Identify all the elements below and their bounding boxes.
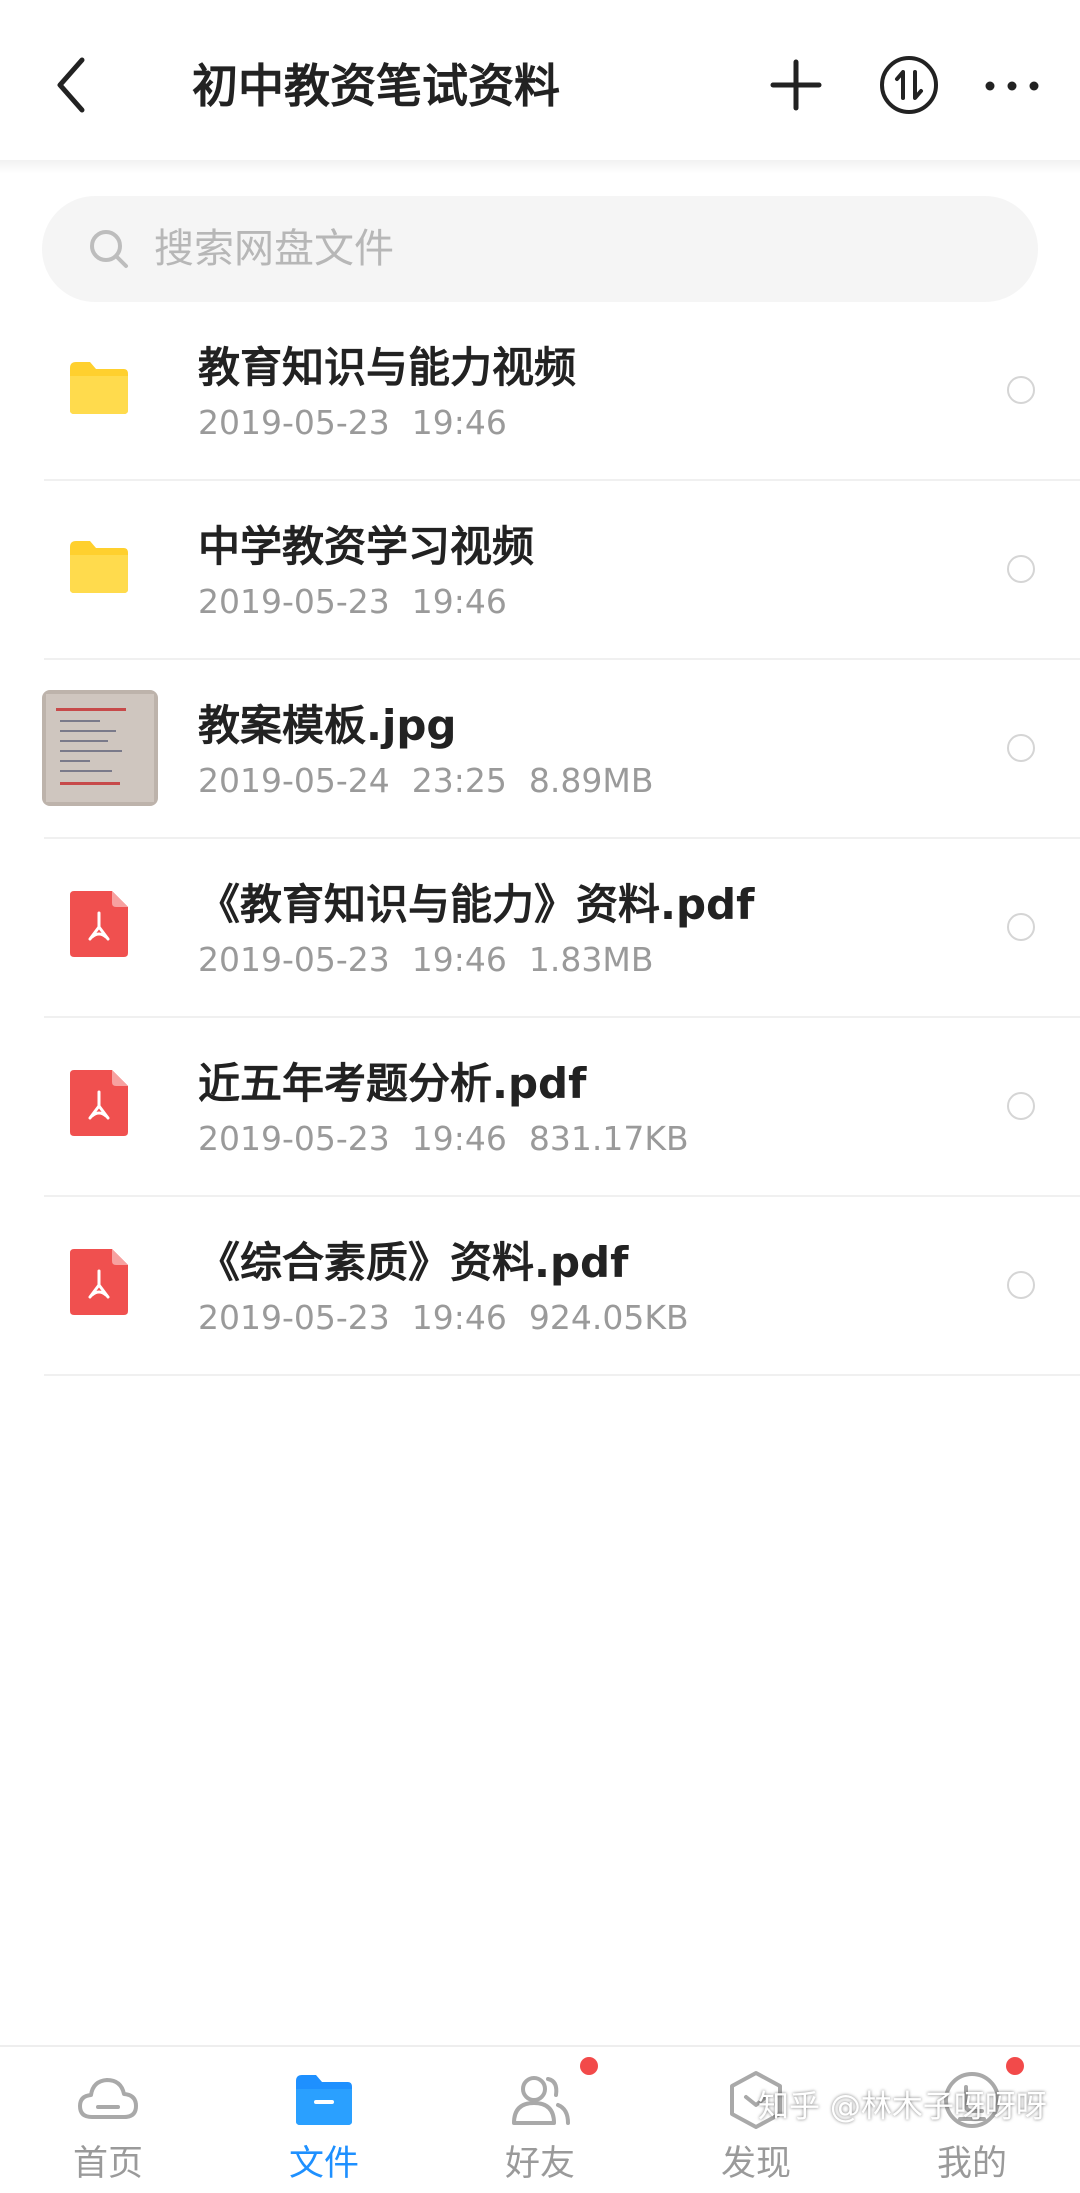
file-row-image[interactable]: 教案模板.jpg 2019-05-24 23:25 8.89MB [0, 660, 1080, 839]
sort-button[interactable] [878, 54, 940, 116]
file-list: 教育知识与能力视频 2019-05-23 19:46 中学教资学习视频 2019-… [0, 302, 1080, 1376]
friends-icon [512, 2076, 570, 2125]
image-thumbnail-icon [42, 690, 158, 806]
notification-dot [1006, 2057, 1024, 2075]
file-time: 19:46 [411, 1298, 507, 1337]
file-row-folder[interactable]: 中学教资学习视频 2019-05-23 19:46 [0, 481, 1080, 660]
nav-label: 首页 [72, 2144, 143, 2184]
file-meta: 2019-05-23 19:46 924.05KB [198, 1295, 711, 1341]
search-bar[interactable] [42, 196, 1038, 302]
select-radio[interactable] [1007, 376, 1035, 404]
file-date: 2019-05-23 [198, 1119, 390, 1158]
select-radio[interactable] [1007, 555, 1035, 583]
plus-icon [770, 59, 822, 111]
folder-icon [296, 2075, 352, 2125]
notification-dot [580, 2057, 598, 2075]
search-icon [90, 230, 128, 268]
more-horizontal-icon [985, 81, 1039, 91]
file-meta: 2019-05-23 19:46 [198, 400, 529, 446]
file-row-folder[interactable]: 教育知识与能力视频 2019-05-23 19:46 [0, 302, 1080, 481]
back-button[interactable] [46, 50, 106, 120]
select-radio[interactable] [1007, 1092, 1035, 1120]
pdf-file-icon [70, 891, 128, 957]
select-radio[interactable] [1007, 734, 1035, 762]
file-row-pdf[interactable]: 近五年考题分析.pdf 2019-05-23 19:46 831.17KB [0, 1018, 1080, 1197]
file-date: 2019-05-23 [198, 403, 390, 442]
file-size: 924.05KB [528, 1298, 689, 1337]
nav-label: 发现 [720, 2144, 791, 2184]
row-divider [44, 1374, 1080, 1376]
page-title: 初中教资笔试资料 [192, 59, 560, 113]
file-date: 2019-05-23 [198, 582, 390, 621]
nav-label: 我的 [936, 2144, 1007, 2184]
folder-icon [70, 362, 128, 414]
file-time: 23:25 [411, 761, 507, 800]
header-divider [0, 160, 1080, 174]
file-row-pdf[interactable]: 《教育知识与能力》资料.pdf 2019-05-23 19:46 1.83MB [0, 839, 1080, 1018]
file-meta: 2019-05-24 23:25 8.89MB [198, 758, 675, 804]
file-name: 教育知识与能力视频 [198, 343, 577, 392]
file-name: 《综合素质》资料.pdf [198, 1238, 629, 1287]
select-radio[interactable] [1007, 913, 1035, 941]
file-row-pdf[interactable]: 《综合素质》资料.pdf 2019-05-23 19:46 924.05KB [0, 1197, 1080, 1376]
file-meta: 2019-05-23 19:46 831.17KB [198, 1116, 711, 1162]
file-date: 2019-05-23 [198, 940, 390, 979]
header-bar: 初中教资笔试资料 [0, 0, 1080, 168]
watermark: 知乎 @林木子呀呀呀 [758, 2089, 1047, 2125]
nav-item-friends[interactable]: 好友 [432, 2047, 648, 2193]
nav-label: 文件 [288, 2144, 359, 2184]
file-size: 8.89MB [528, 761, 654, 800]
chevron-left-icon [57, 57, 85, 113]
file-name: 教案模板.jpg [198, 701, 457, 750]
file-name: 近五年考题分析.pdf [198, 1059, 587, 1108]
file-time: 19:46 [411, 940, 507, 979]
app-root: 初中教资笔试资料 搜索网盘文件 教育知识与能力视频 2019-05-23 19:… [0, 0, 1080, 2193]
file-time: 19:46 [411, 582, 507, 621]
folder-icon [70, 541, 128, 593]
file-time: 19:46 [411, 403, 507, 442]
nav-item-home[interactable]: 首页 [0, 2047, 216, 2193]
add-button[interactable] [766, 52, 826, 118]
nav-item-files[interactable]: 文件 [216, 2047, 432, 2193]
file-meta: 2019-05-23 19:46 1.83MB [198, 937, 675, 983]
cloud-icon [78, 2078, 138, 2119]
search-input[interactable] [154, 216, 994, 282]
pdf-file-icon [70, 1249, 128, 1315]
sort-transfer-icon [880, 56, 938, 114]
file-date: 2019-05-24 [198, 761, 390, 800]
file-date: 2019-05-23 [198, 1298, 390, 1337]
file-size: 1.83MB [528, 940, 654, 979]
more-button[interactable] [982, 66, 1042, 106]
file-time: 19:46 [411, 1119, 507, 1158]
file-meta: 2019-05-23 19:46 [198, 579, 529, 625]
nav-label: 好友 [504, 2144, 575, 2184]
select-radio[interactable] [1007, 1271, 1035, 1299]
pdf-file-icon [70, 1070, 128, 1136]
file-name: 中学教资学习视频 [198, 522, 535, 571]
file-size: 831.17KB [528, 1119, 689, 1158]
file-name: 《教育知识与能力》资料.pdf [198, 880, 755, 929]
